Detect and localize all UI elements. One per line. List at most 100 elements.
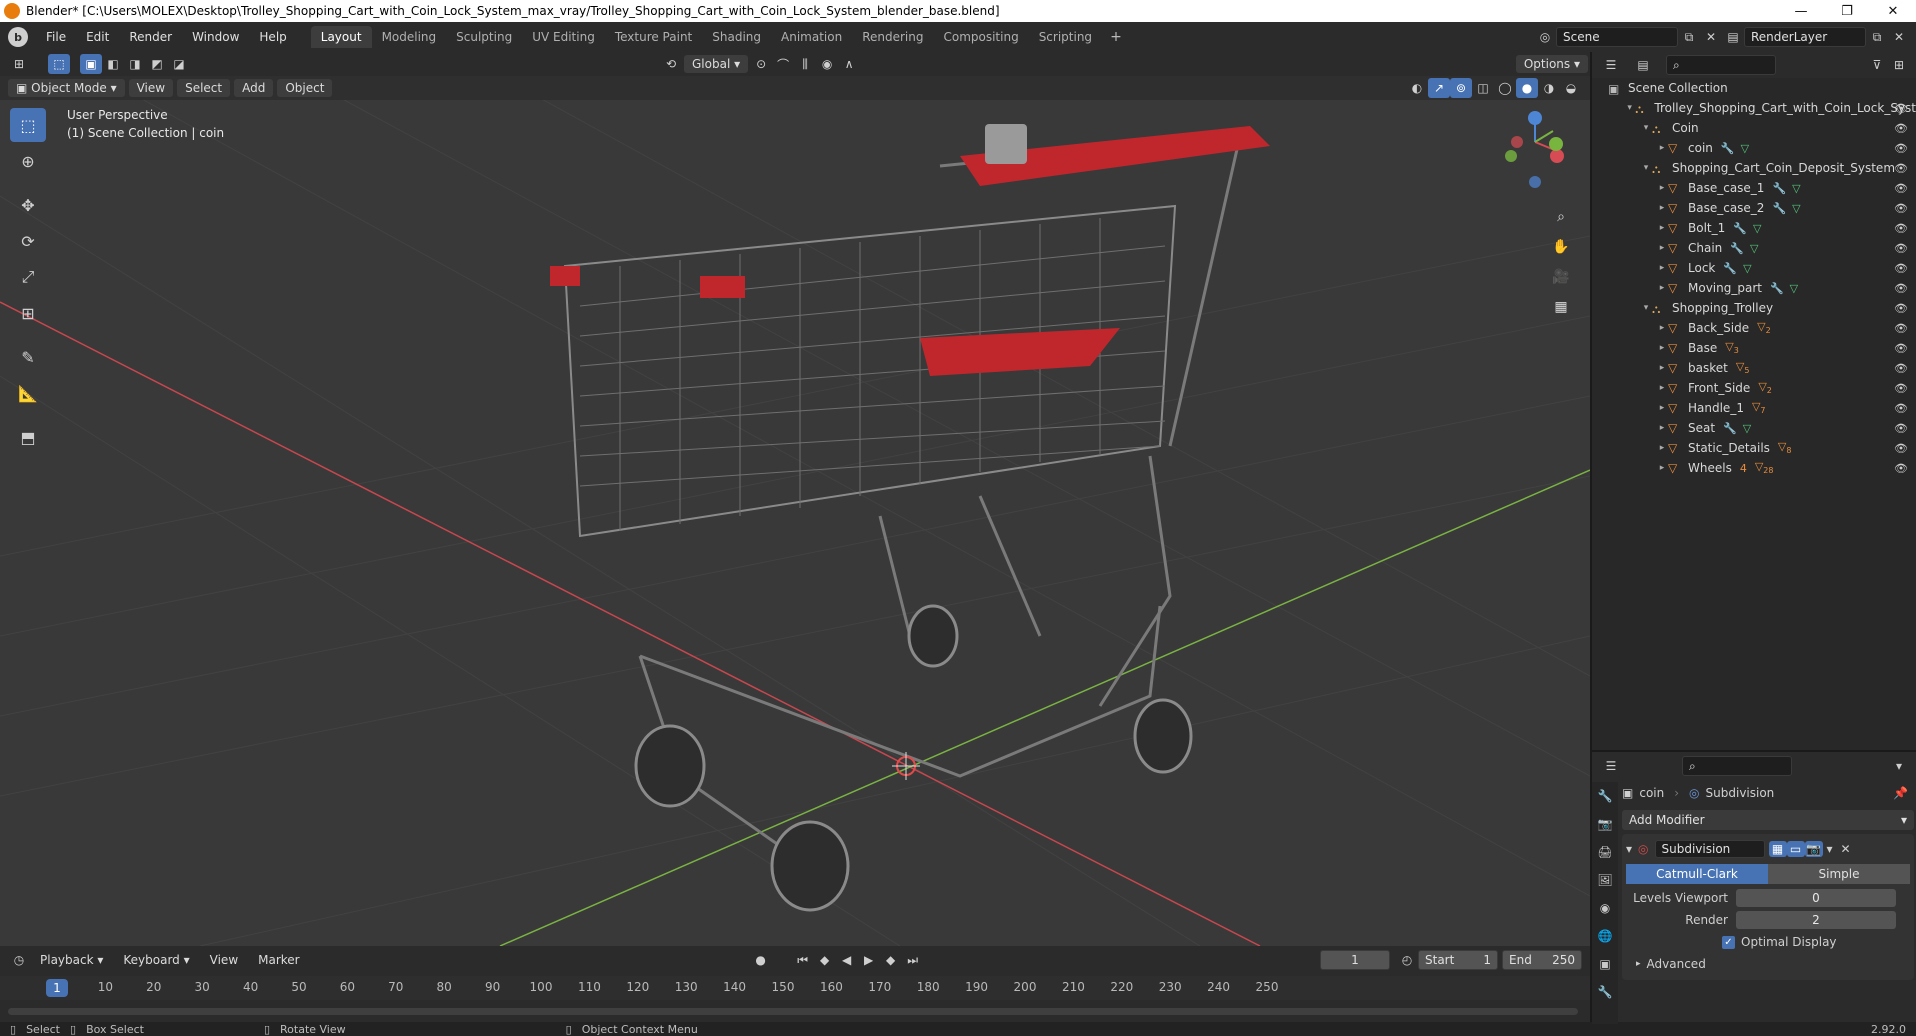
outliner-item-seat[interactable]: ▸ ▽ Seat 🔧 ▽ 👁	[1592, 418, 1916, 438]
transform-orientation-dropdown[interactable]: Global ▾	[684, 55, 749, 73]
view-layer-tab-icon[interactable]: 🖼	[1592, 866, 1618, 894]
move-tool-icon[interactable]: ✥	[10, 188, 46, 222]
outliner-item-lock[interactable]: ▸ ▽ Lock 🔧 ▽ 👁	[1592, 258, 1916, 278]
visibility-eye-icon[interactable]: 👁	[1894, 342, 1908, 355]
tab-uv-editing[interactable]: UV Editing	[522, 26, 605, 48]
pin-icon[interactable]: 📌	[1893, 786, 1908, 800]
menu-add[interactable]: Add	[234, 79, 274, 97]
mesh-data-icon[interactable]: ▽	[1750, 242, 1758, 255]
expand-arrow-icon[interactable]: ▸	[1656, 363, 1668, 373]
close-icon[interactable]: ✕	[1870, 4, 1916, 19]
mesh-data-icon[interactable]: ▽	[1753, 222, 1761, 235]
keying-menu[interactable]: Keyboard ▾	[115, 951, 197, 969]
render-layer-browse-icon[interactable]: ▤	[1722, 27, 1744, 47]
expand-arrow-icon[interactable]: ▸	[1656, 403, 1668, 413]
properties-editor-type-icon[interactable]: ☰	[1600, 756, 1622, 776]
pivot-point-icon[interactable]: ⊙	[750, 54, 772, 74]
visibility-eye-icon[interactable]: 👁	[1894, 182, 1908, 195]
visibility-eye-icon[interactable]: 👁	[1894, 242, 1908, 255]
expand-arrow-icon[interactable]: ▸	[1656, 283, 1668, 293]
outliner-item-moving-part[interactable]: ▸ ▽ Moving_part 🔧 ▽ 👁	[1592, 278, 1916, 298]
select-tool-icon[interactable]: ⬚	[48, 54, 70, 74]
rotate-tool-icon[interactable]: ⟳	[10, 224, 46, 258]
select-mode-new-icon[interactable]: ▣	[80, 54, 102, 74]
expand-arrow-icon[interactable]: ▸	[1656, 423, 1668, 433]
select-mode-intersect-icon[interactable]: ◪	[168, 54, 190, 74]
xray-icon[interactable]: ◫	[1472, 78, 1494, 98]
menu-file[interactable]: File	[36, 30, 76, 44]
outliner-editor-type-icon[interactable]: ☰	[1600, 55, 1622, 75]
jump-start-icon[interactable]: ⏮	[792, 950, 814, 970]
proportional-falloff-icon[interactable]: ∧	[838, 54, 860, 74]
camera-view-icon[interactable]: 🎥	[1548, 264, 1574, 290]
modifier-wrench-icon[interactable]: 🔧	[1723, 422, 1737, 435]
modifier-dropdown-icon[interactable]: ▾	[1827, 842, 1833, 856]
visibility-eye-icon[interactable]: 👁	[1894, 282, 1908, 295]
outliner-item-base-case-2[interactable]: ▸ ▽ Base_case_2 🔧 ▽ 👁	[1592, 198, 1916, 218]
outliner-item-bolt-1[interactable]: ▸ ▽ Bolt_1 🔧 ▽ 👁	[1592, 218, 1916, 238]
expand-arrow-icon[interactable]: ▸	[1656, 263, 1668, 273]
next-keyframe-icon[interactable]: ◆	[880, 950, 902, 970]
catmull-clark-button[interactable]: Catmull-Clark	[1626, 864, 1768, 884]
new-view-layer-icon[interactable]: ⧉	[1866, 27, 1888, 47]
visibility-eye-icon[interactable]: 👁	[1894, 462, 1908, 475]
annotate-tool-icon[interactable]: ✎	[10, 340, 46, 374]
mesh-data-icon[interactable]: ▽	[1790, 282, 1798, 295]
mesh-data-icon[interactable]: ▽	[1743, 422, 1751, 435]
render-levels-field[interactable]: 2	[1736, 911, 1896, 929]
material-shading-icon[interactable]: ◑	[1538, 78, 1560, 98]
editor-type-icon[interactable]: ⊞	[8, 54, 30, 74]
tool-tab-icon[interactable]: 🔧	[1592, 782, 1618, 810]
outliner-item-base-case-1[interactable]: ▸ ▽ Base_case_1 🔧 ▽ 👁	[1592, 178, 1916, 198]
scene-name-field[interactable]: Scene	[1556, 27, 1678, 47]
expand-arrow-icon[interactable]: ▸	[1656, 203, 1668, 213]
display-mode-icon[interactable]: ▤	[1632, 55, 1654, 75]
select-mode-subtract-icon[interactable]: ◨	[124, 54, 146, 74]
optimal-display-checkbox[interactable]: ✓	[1722, 935, 1735, 949]
tab-scripting[interactable]: Scripting	[1029, 26, 1102, 48]
menu-window[interactable]: Window	[182, 30, 249, 44]
tab-modeling[interactable]: Modeling	[372, 26, 447, 48]
modifier-wrench-icon[interactable]: 🔧	[1733, 222, 1747, 235]
visibility-eye-icon[interactable]: 👁	[1894, 362, 1908, 375]
visibility-eye-icon[interactable]: 👁	[1894, 262, 1908, 275]
outliner-item-shopping-cart-coin-deposit-system[interactable]: ▾ ⛬ Shopping_Cart_Coin_Deposit_System 👁	[1592, 158, 1916, 178]
tab-texture-paint[interactable]: Texture Paint	[605, 26, 702, 48]
outliner-item-back-side[interactable]: ▸ ▽ Back_Side ▽2 👁	[1592, 318, 1916, 338]
scene-tab-icon[interactable]: ◉	[1592, 894, 1618, 922]
select-mode-extend-icon[interactable]: ◧	[102, 54, 124, 74]
tab-rendering[interactable]: Rendering	[852, 26, 933, 48]
blender-logo-icon[interactable]: b	[8, 27, 28, 47]
expand-arrow-icon[interactable]: ▸	[1656, 223, 1668, 233]
outliner-item-chain[interactable]: ▸ ▽ Chain 🔧 ▽ 👁	[1592, 238, 1916, 258]
marker-menu[interactable]: Marker	[250, 951, 307, 969]
transform-tool-icon[interactable]: ⊞	[10, 296, 46, 330]
visibility-eye-icon[interactable]: 👁	[1894, 402, 1908, 415]
pan-hand-icon[interactable]: ✋	[1548, 234, 1574, 260]
outliner-item-front-side[interactable]: ▸ ▽ Front_Side ▽2 👁	[1592, 378, 1916, 398]
current-frame-indicator[interactable]: 1	[46, 979, 68, 997]
scale-tool-icon[interactable]: ⤢	[10, 260, 46, 294]
play-reverse-icon[interactable]: ◀	[836, 950, 858, 970]
scene-collection-row[interactable]: ▣ Scene Collection	[1592, 78, 1916, 98]
mesh-data-icon[interactable]: ▽	[1743, 262, 1751, 275]
output-tab-icon[interactable]: 🖨	[1592, 838, 1618, 866]
world-tab-icon[interactable]: 🌐	[1592, 922, 1618, 950]
minimize-icon[interactable]: —	[1778, 4, 1824, 19]
visibility-eye-icon[interactable]: 👁	[1894, 142, 1908, 155]
outliner-search-input[interactable]: ⌕	[1666, 55, 1776, 75]
start-frame-field[interactable]: Start 1	[1418, 950, 1498, 970]
expand-arrow-icon[interactable]: ▾	[1640, 123, 1652, 133]
visibility-eye-icon[interactable]: 👁	[1894, 442, 1908, 455]
options-dropdown[interactable]: Options ▾	[1515, 55, 1588, 73]
timeline-scrollbar[interactable]	[8, 1008, 1578, 1015]
collapse-icon[interactable]: ▾	[1626, 842, 1632, 856]
snap-icon[interactable]: ⌒	[772, 54, 794, 74]
optimal-display-row[interactable]: ✓ Optimal Display	[1626, 932, 1910, 952]
current-frame-field[interactable]: 1	[1320, 950, 1390, 970]
levels-viewport-field[interactable]: 0	[1736, 889, 1896, 907]
playback-menu[interactable]: Playback ▾	[32, 951, 111, 969]
add-workspace-icon[interactable]: +	[1102, 29, 1130, 45]
render-layer-field[interactable]: RenderLayer	[1744, 27, 1866, 47]
scene-browse-icon[interactable]: ◎	[1534, 27, 1556, 47]
